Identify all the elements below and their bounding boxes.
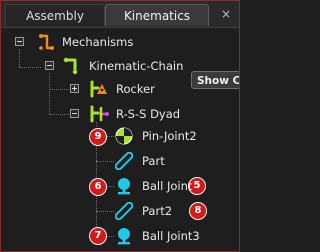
tree-node-mechanisms[interactable]: Mechanisms: [37, 31, 133, 53]
callout-badge: 8: [189, 202, 207, 220]
kinematics-panel: Assembly Kinematics × Mechanisms Kinemat…: [0, 0, 240, 252]
tab-kinematics[interactable]: Kinematics: [105, 4, 209, 26]
tree-node-label: Rocker: [116, 82, 155, 96]
mechanism-icon: [39, 34, 54, 50]
rocker-icon: [90, 80, 107, 98]
tree-node-label: Ball Joint: [142, 179, 193, 193]
rss-dyad-icon: [90, 105, 109, 123]
tree-node-part2[interactable]: Part2: [115, 200, 172, 222]
tree-connector: [19, 67, 41, 68]
tree-node-label: Part: [142, 154, 165, 168]
tree-connector: [96, 161, 114, 162]
expand-toggle-rocker[interactable]: [70, 84, 79, 93]
tree-connector: [49, 114, 69, 115]
tree-connector: [96, 211, 114, 212]
tree-connector: [49, 89, 69, 90]
close-icon[interactable]: ×: [217, 5, 235, 23]
tree-node-label: Kinematic-Chain: [89, 59, 184, 73]
tree-node-rocker[interactable]: Rocker: [89, 78, 155, 100]
tree-node-rss-dyad[interactable]: R-S-S Dyad: [89, 103, 180, 125]
collapse-toggle-mechanisms[interactable]: [15, 37, 24, 46]
tree-connector: [49, 73, 50, 114]
callout-badge: 6: [89, 178, 107, 196]
mechanism-tree: Mechanisms Kinematic-Chain Rocker R-S-S …: [1, 28, 239, 251]
pin-joint-icon: [115, 127, 133, 145]
tab-bar: Assembly Kinematics ×: [1, 1, 239, 28]
tree-node-kinematic-chain[interactable]: Kinematic-Chain: [63, 55, 183, 77]
tree-node-label: Ball Joint3: [142, 229, 200, 243]
tree-connector: [19, 49, 20, 67]
tooltip: Show Co: [191, 71, 239, 89]
kinematic-chain-icon: [63, 57, 78, 75]
tree-node-label: Part2: [142, 204, 173, 218]
collapse-toggle-rss-dyad[interactable]: [70, 109, 79, 118]
tree-node-pin-joint2[interactable]: Pin-Joint2: [115, 125, 197, 147]
tab-assembly[interactable]: Assembly: [5, 4, 105, 26]
ball-joint-icon: [118, 178, 130, 195]
callout-badge: 7: [89, 227, 107, 245]
tree-node-label: Mechanisms: [62, 35, 134, 49]
callout-badge: 9: [89, 128, 107, 146]
tree-node-label: R-S-S Dyad: [116, 107, 181, 121]
ball-joint-icon: [118, 228, 130, 245]
link-part-icon: [115, 202, 133, 220]
tree-node-ball-joint[interactable]: Ball Joint: [115, 175, 192, 197]
collapse-toggle-kinematic-chain[interactable]: [45, 61, 54, 70]
tree-node-label: Pin-Joint2: [142, 129, 197, 143]
link-part-icon: [115, 152, 133, 170]
tree-node-ball-joint3[interactable]: Ball Joint3: [115, 225, 200, 247]
tree-node-part[interactable]: Part: [115, 150, 165, 172]
